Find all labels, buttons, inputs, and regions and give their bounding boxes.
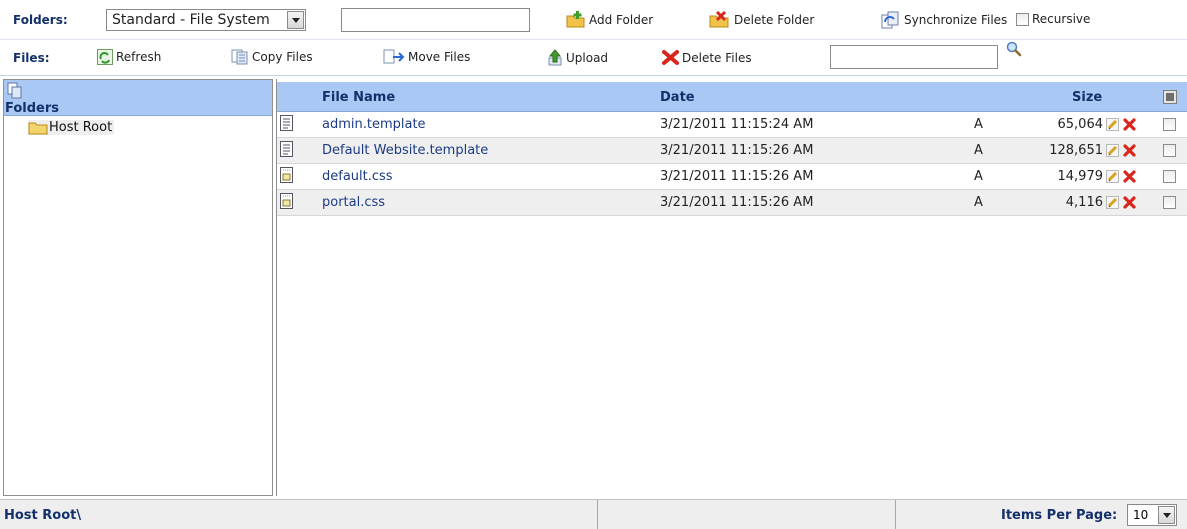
file-date: 3/21/2011 11:15:24 AM — [660, 117, 814, 132]
row-checkbox[interactable] — [1163, 144, 1176, 160]
file-size: 14,979 — [1057, 169, 1104, 184]
file-search-input[interactable] — [830, 45, 998, 69]
copy-files-label: Copy Files — [252, 50, 313, 64]
add-folder-label: Add Folder — [589, 12, 654, 27]
file-name-link[interactable]: Default Website.template — [322, 143, 488, 158]
folders-toolbar: Folders: Standard - File System Add Fold… — [0, 0, 1187, 40]
recursive-checkbox[interactable]: Recursive — [1016, 12, 1090, 26]
files-label: Files: — [13, 51, 50, 65]
delete-icon[interactable] — [1123, 144, 1136, 160]
current-path: Host Root\ — [4, 508, 82, 523]
chevron-down-icon[interactable] — [287, 11, 304, 29]
file-attributes: A — [974, 169, 983, 184]
row-checkbox[interactable] — [1163, 118, 1176, 134]
refresh-label: Refresh — [116, 50, 162, 64]
status-middle-cell — [598, 500, 896, 529]
column-file-name[interactable]: File Name — [322, 90, 395, 105]
refresh-icon — [97, 49, 113, 65]
delete-icon[interactable] — [1123, 118, 1136, 134]
column-size[interactable]: Size — [1072, 90, 1102, 105]
search-icon[interactable] — [1006, 41, 1022, 60]
edit-icon[interactable] — [1106, 170, 1119, 186]
upload-icon — [548, 49, 562, 66]
delete-icon — [662, 50, 679, 65]
delete-icon[interactable] — [1123, 170, 1136, 186]
copy-files-icon — [231, 49, 248, 65]
delete-files-label: Delete Files — [682, 50, 752, 65]
recursive-check[interactable] — [1016, 12, 1029, 26]
chevron-down-icon[interactable] — [1158, 506, 1175, 524]
move-files-label: Move Files — [408, 50, 471, 64]
select-all-icon[interactable] — [1163, 90, 1177, 107]
table-row[interactable]: admin.template 3/21/2011 11:15:24 AM A 65,0… — [277, 112, 1187, 138]
delete-folder-label: Delete Folder — [734, 12, 815, 27]
status-path-cell: Host Root\ — [0, 500, 598, 529]
folders-icon — [7, 82, 23, 103]
status-bar: Host Root\ Items Per Page: 10 — [0, 499, 1187, 529]
file-name-link[interactable]: default.css — [322, 169, 393, 184]
table-row[interactable]: Default Website.template 3/21/2011 11:15:… — [277, 138, 1187, 164]
row-checkbox[interactable] — [1163, 170, 1176, 186]
synchronize-files-button[interactable]: Synchronize Files — [881, 11, 1007, 29]
css-file-icon — [280, 193, 293, 212]
file-date: 3/21/2011 11:15:26 AM — [660, 195, 814, 210]
storage-type-value: Standard - File System — [112, 12, 270, 28]
files-toolbar: Files: Refresh Copy Files Move Files Upl… — [0, 40, 1187, 76]
items-per-page-label: Items Per Page: — [1001, 508, 1118, 523]
storage-type-select[interactable]: Standard - File System — [106, 9, 306, 31]
column-date[interactable]: Date — [660, 90, 695, 105]
folder-icon — [28, 122, 48, 134]
upload-label: Upload — [566, 50, 609, 65]
folders-label: Folders: — [13, 13, 68, 27]
edit-icon[interactable] — [1106, 196, 1119, 212]
tree-item-host-root[interactable]: Host Root — [28, 120, 115, 135]
items-per-page-select[interactable]: 10 — [1127, 504, 1177, 526]
file-size: 4,116 — [1065, 195, 1103, 210]
upload-button[interactable]: Upload — [547, 49, 608, 66]
file-attributes: A — [974, 195, 983, 210]
file-grid: File Name Date Size admin.template 3/21/2… — [276, 79, 1187, 496]
edit-icon[interactable] — [1106, 144, 1119, 160]
delete-files-button[interactable]: Delete Files — [662, 50, 752, 65]
tree-item-label: Host Root — [49, 120, 113, 135]
template-file-icon — [280, 115, 293, 134]
row-checkbox[interactable] — [1163, 196, 1176, 212]
file-name-link[interactable]: admin.template — [322, 117, 426, 132]
refresh-button[interactable]: Refresh — [97, 49, 161, 65]
move-files-icon — [383, 49, 405, 64]
delete-folder-button[interactable]: Delete Folder — [709, 11, 814, 28]
file-size: 128,651 — [1049, 143, 1103, 158]
folder-panel: Folders Host Root — [3, 79, 273, 496]
add-folder-button[interactable]: Add Folder — [566, 11, 653, 28]
synchronize-files-icon — [881, 11, 899, 29]
grid-header: File Name Date Size — [277, 82, 1187, 112]
add-folder-icon — [566, 11, 585, 28]
folder-panel-header: Folders — [4, 80, 272, 116]
table-row[interactable]: portal.css 3/21/2011 11:15:26 AM A 4,116 — [277, 190, 1187, 216]
template-file-icon — [280, 141, 293, 160]
items-per-page-value: 10 — [1133, 508, 1149, 522]
file-size: 65,064 — [1057, 117, 1104, 132]
edit-icon[interactable] — [1106, 118, 1119, 134]
delete-folder-icon — [709, 11, 729, 28]
file-attributes: A — [974, 143, 983, 158]
file-date: 3/21/2011 11:15:26 AM — [660, 143, 814, 158]
file-attributes: A — [974, 117, 983, 132]
folders-header-label: Folders — [5, 101, 60, 116]
file-date: 3/21/2011 11:15:26 AM — [660, 169, 814, 184]
folder-name-input[interactable] — [341, 8, 530, 32]
copy-files-button[interactable]: Copy Files — [231, 49, 313, 65]
css-file-icon — [280, 167, 293, 186]
delete-icon[interactable] — [1123, 196, 1136, 212]
file-name-link[interactable]: portal.css — [322, 195, 385, 210]
synchronize-files-label: Synchronize Files — [904, 13, 1008, 27]
recursive-label: Recursive — [1032, 12, 1091, 26]
table-row[interactable]: default.css 3/21/2011 11:15:26 AM A 14,979 — [277, 164, 1187, 190]
move-files-button[interactable]: Move Files — [383, 49, 470, 65]
